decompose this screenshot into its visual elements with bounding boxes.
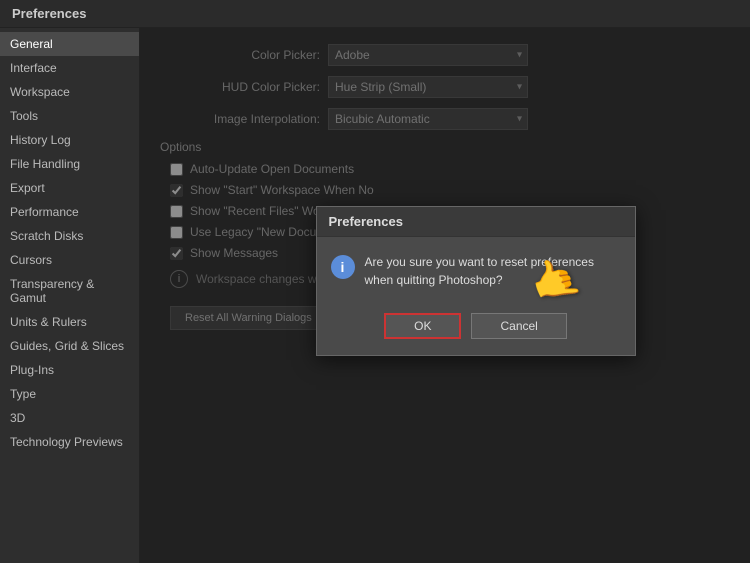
sidebar-item-file-handling[interactable]: File Handling (0, 152, 139, 176)
sidebar-item-general[interactable]: General (0, 32, 139, 56)
sidebar-item-units-rulers[interactable]: Units & Rulers (0, 310, 139, 334)
sidebar-item-scratch-disks[interactable]: Scratch Disks (0, 224, 139, 248)
sidebar-item-interface[interactable]: Interface (0, 56, 139, 80)
sidebar-item-performance[interactable]: Performance (0, 200, 139, 224)
sidebar-item-tools[interactable]: Tools (0, 104, 139, 128)
sidebar-item-export[interactable]: Export (0, 176, 139, 200)
main-layout: General Interface Workspace Tools Histor… (0, 28, 750, 563)
window-title: Preferences (12, 6, 86, 21)
sidebar-item-plug-ins[interactable]: Plug-Ins (0, 358, 139, 382)
sidebar-item-3d[interactable]: 3D (0, 406, 139, 430)
dialog-title: Preferences (317, 207, 635, 237)
sidebar-item-workspace[interactable]: Workspace (0, 80, 139, 104)
content-area: Color Picker: Adobe HUD Color Picker: Hu… (140, 28, 750, 563)
sidebar-item-tech-previews[interactable]: Technology Previews (0, 430, 139, 454)
dialog-buttons: OK Cancel (317, 305, 635, 355)
dialog-cancel-button[interactable]: Cancel (471, 313, 566, 339)
sidebar-item-transparency-gamut[interactable]: Transparency & Gamut (0, 272, 139, 310)
dialog-ok-button[interactable]: OK (384, 313, 461, 339)
sidebar: General Interface Workspace Tools Histor… (0, 28, 140, 563)
dialog-body: i Are you sure you want to reset prefere… (317, 237, 635, 305)
title-bar: Preferences (0, 0, 750, 28)
sidebar-item-type[interactable]: Type (0, 382, 139, 406)
sidebar-item-history-log[interactable]: History Log (0, 128, 139, 152)
sidebar-item-guides-grid[interactable]: Guides, Grid & Slices (0, 334, 139, 358)
dialog-info-icon: i (331, 255, 355, 279)
confirmation-dialog: Preferences i Are you sure you want to r… (316, 206, 636, 356)
sidebar-item-cursors[interactable]: Cursors (0, 248, 139, 272)
dialog-message: Are you sure you want to reset preferenc… (365, 253, 621, 289)
